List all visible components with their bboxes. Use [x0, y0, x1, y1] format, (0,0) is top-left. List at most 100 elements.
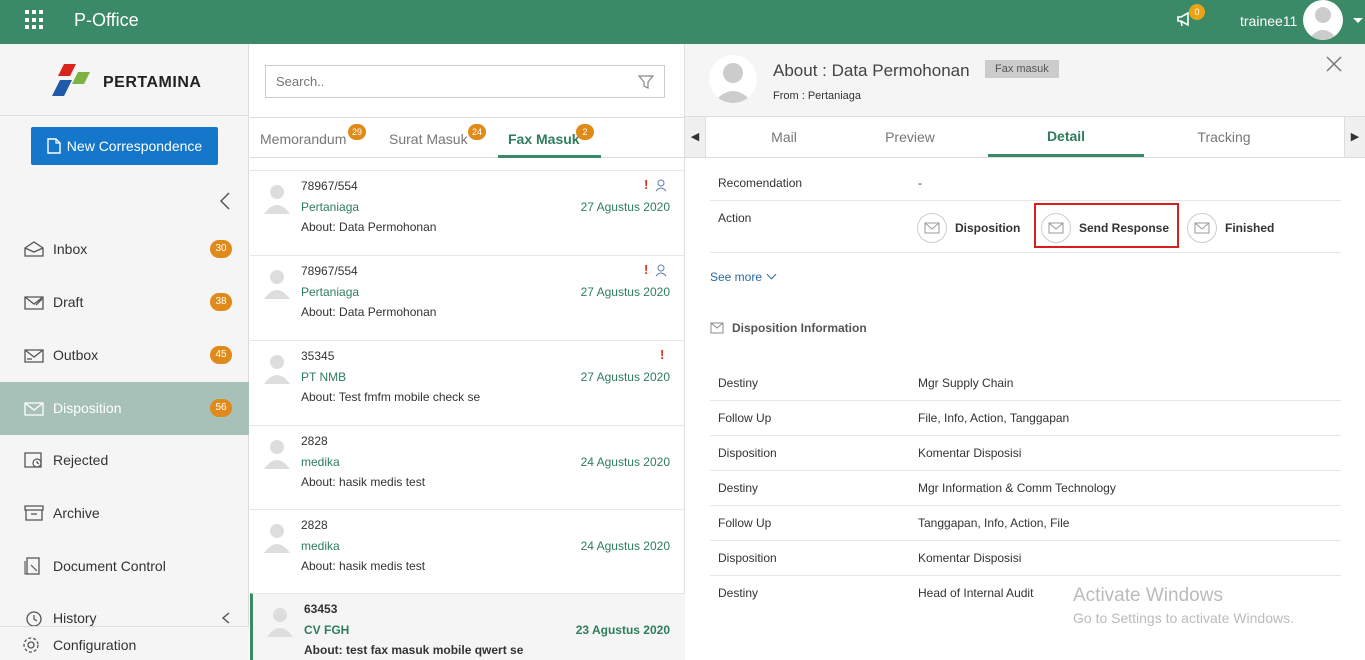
- item-date: 27 Agustus 2020: [580, 370, 670, 384]
- search-box: [265, 65, 665, 98]
- see-more-link[interactable]: See more: [710, 269, 777, 284]
- disposition-info-title: Disposition Information: [732, 321, 867, 335]
- list-item[interactable]: 78967/554 Pertaniaga 27 Agustus 2020 Abo…: [250, 255, 685, 341]
- detail-tabs: ◀ Mail Preview Detail Tracking ▶: [685, 117, 1365, 158]
- sidebar-item-inbox[interactable]: Inbox 30: [0, 223, 249, 276]
- top-bar: P-Office 0 trainee11: [0, 0, 1365, 44]
- count-badge: 24: [468, 124, 487, 140]
- tab-scroll-right-icon[interactable]: ▶: [1344, 117, 1365, 157]
- finished-button[interactable]: Finished: [1187, 210, 1274, 246]
- row-value: Mgr Information & Comm Technology: [918, 481, 1116, 495]
- count-badge: 45: [210, 346, 232, 364]
- item-about: About: Data Permohonan: [301, 220, 437, 234]
- row-key: Destiny: [718, 481, 759, 495]
- avatar: [267, 608, 293, 637]
- tab-label: Fax Masuk: [508, 131, 580, 147]
- collapse-sidebar-icon[interactable]: [219, 192, 230, 215]
- disposition-row: Destiny Mgr Supply Chain: [710, 366, 1341, 401]
- action-label: Finished: [1225, 221, 1275, 235]
- count-badge: 56: [210, 399, 232, 417]
- count-badge: 2: [576, 124, 594, 140]
- close-icon[interactable]: [1325, 55, 1343, 73]
- gear-icon: [23, 637, 39, 653]
- sender-avatar: [709, 55, 757, 103]
- sidebar-item-history[interactable]: History: [0, 592, 249, 626]
- detail-title: About : Data Permohonan: [773, 61, 970, 80]
- sidebar-item-label: Draft: [53, 294, 84, 310]
- tab-scroll-left-icon[interactable]: ◀: [685, 117, 706, 157]
- tab-tracking[interactable]: Tracking: [1146, 117, 1302, 157]
- item-date: 23 Agustus 2020: [575, 623, 670, 637]
- new-document-icon: [47, 138, 61, 154]
- priority-icon: !: [644, 262, 649, 277]
- list-item[interactable]: 63453 CV FGH 23 Agustus 2020 About: test…: [250, 593, 685, 660]
- filter-icon[interactable]: [638, 74, 654, 90]
- tab-surat-masuk[interactable]: Surat Masuk 24: [389, 118, 499, 158]
- row-key: Destiny: [718, 376, 759, 390]
- new-correspondence-button[interactable]: New Correspondence: [31, 127, 218, 165]
- sidebar-item-label: History: [53, 610, 97, 626]
- tab-preview[interactable]: Preview: [832, 117, 988, 157]
- sidebar: PERTAMINA New Correspondence Inbox 30 Dr…: [0, 44, 249, 660]
- item-about: About: test fax masuk mobile qwert se: [304, 643, 524, 657]
- chevron-down-icon[interactable]: [1353, 18, 1363, 23]
- sidebar-item-outbox[interactable]: Outbox 45: [0, 329, 249, 382]
- outbox-icon: [24, 349, 44, 363]
- sidebar-item-disposition[interactable]: Disposition 56: [0, 382, 249, 435]
- history-icon: [26, 611, 42, 626]
- chevron-left-icon[interactable]: [222, 612, 230, 624]
- search-input[interactable]: [266, 66, 626, 97]
- disposition-info-heading: Disposition Information: [710, 321, 867, 335]
- person-icon: [655, 179, 667, 192]
- count-badge: 38: [210, 293, 232, 311]
- disposition-row: Follow Up Tanggapan, Info, Action, File: [710, 506, 1341, 541]
- tab-label: Memorandum: [260, 131, 347, 147]
- item-date: 24 Agustus 2020: [580, 455, 670, 469]
- row-key: Follow Up: [718, 411, 772, 425]
- row-value: Tanggapan, Info, Action, File: [918, 516, 1070, 530]
- draft-icon: [24, 296, 44, 310]
- item-date: 27 Agustus 2020: [580, 285, 670, 299]
- sidebar-item-label: Outbox: [53, 347, 99, 363]
- row-key: Disposition: [718, 446, 777, 460]
- avatar: [264, 270, 290, 299]
- row-key: Disposition: [718, 551, 777, 565]
- list-item[interactable]: 2828 medika 24 Agustus 2020 About: hasik…: [250, 425, 685, 510]
- envelope-icon: [917, 213, 947, 243]
- sidebar-item-configuration[interactable]: Configuration: [0, 626, 249, 660]
- tab-label: Surat Masuk: [389, 131, 468, 147]
- sidebar-item-document-control[interactable]: Document Control: [0, 540, 249, 593]
- disposition-row: Disposition Komentar Disposisi: [710, 436, 1341, 471]
- new-correspondence-label: New Correspondence: [66, 138, 203, 154]
- tab-detail[interactable]: Detail: [988, 117, 1144, 157]
- app-grid-icon[interactable]: [25, 10, 45, 30]
- list-item[interactable]: 78967/554 Pertaniaga 27 Agustus 2020 Abo…: [250, 170, 685, 256]
- sidebar-item-label: Rejected: [53, 452, 109, 468]
- username[interactable]: trainee11: [1240, 13, 1297, 29]
- item-number: 2828: [301, 434, 328, 448]
- sidebar-item-rejected[interactable]: Rejected: [0, 434, 249, 487]
- row-value: Mgr Supply Chain: [918, 376, 1014, 390]
- pertamina-logo-icon: [52, 64, 90, 96]
- tab-memorandum[interactable]: Memorandum 29: [260, 118, 380, 158]
- priority-icon: !: [660, 347, 665, 362]
- list-item[interactable]: 35345 PT NMB 27 Agustus 2020 About: Test…: [250, 340, 685, 426]
- notification-badge: 0: [1189, 4, 1205, 20]
- sidebar-item-draft[interactable]: Draft 38: [0, 276, 249, 329]
- row-key: Recomendation: [718, 176, 803, 190]
- user-avatar[interactable]: [1303, 0, 1343, 40]
- avatar: [264, 524, 290, 553]
- disposition-row: Destiny Head of Internal Audit: [710, 576, 1341, 611]
- count-badge: 30: [210, 240, 232, 258]
- list-item[interactable]: 2828 medika 24 Agustus 2020 About: hasik…: [250, 509, 685, 594]
- tab-fax-masuk[interactable]: Fax Masuk 2: [508, 118, 603, 158]
- message-list: 78967/554 Pertaniaga 27 Agustus 2020 Abo…: [250, 170, 685, 660]
- envelope-icon: [710, 322, 724, 334]
- sidebar-item-archive[interactable]: Archive: [0, 487, 249, 540]
- item-date: 27 Agustus 2020: [580, 200, 670, 214]
- action-label: Disposition: [955, 221, 1021, 235]
- item-sender: CV FGH: [304, 623, 350, 637]
- disposition-button[interactable]: Disposition: [917, 210, 1020, 246]
- highlight-box: [1034, 203, 1179, 248]
- active-tab-indicator: [498, 155, 601, 158]
